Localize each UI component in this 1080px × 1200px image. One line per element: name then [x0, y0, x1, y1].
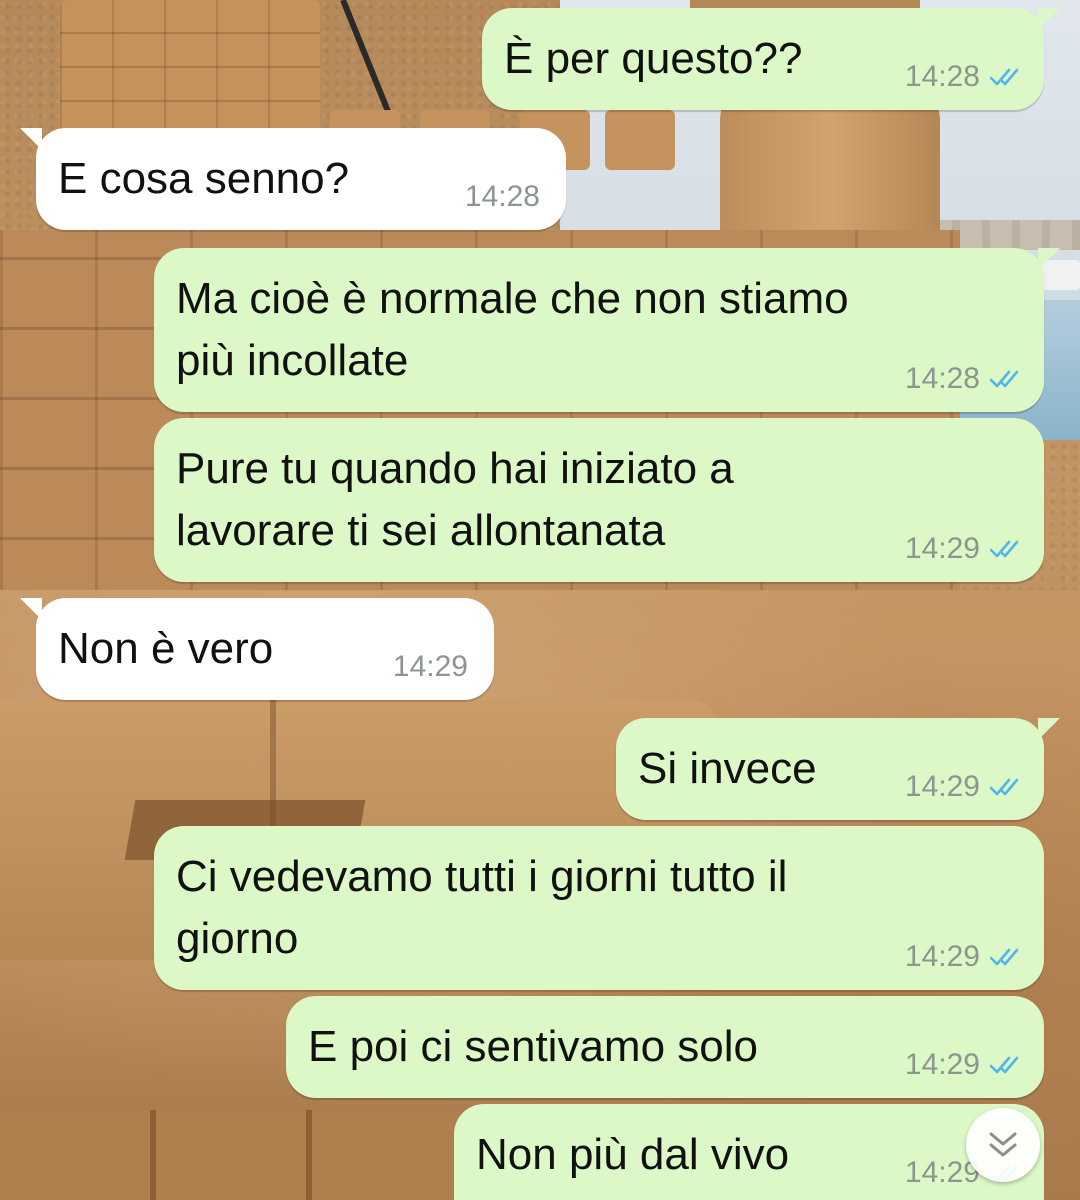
read-receipt-icon	[990, 947, 1024, 967]
message-meta: 14:28	[905, 60, 1024, 94]
message-text: Ma cioè è normale che non stiamo più inc…	[176, 274, 849, 385]
message-meta: 14:29	[393, 650, 468, 684]
message-text: Ci vedevamo tutti i giorni tutto il gior…	[176, 852, 788, 963]
message-meta: 14:29	[905, 770, 1024, 804]
message-text: Pure tu quando hai iniziato a lavorare t…	[176, 444, 734, 555]
message-outgoing[interactable]: Ma cioè è normale che non stiamo più inc…	[154, 248, 1060, 412]
message-meta: 14:28	[465, 180, 540, 214]
message-meta: 14:29	[905, 940, 1024, 974]
message-time: 14:28	[464, 180, 540, 213]
message-outgoing[interactable]: Non più dal vivo 14:29	[454, 1104, 1044, 1200]
message-outgoing[interactable]: Si invece 14:29	[616, 718, 1060, 820]
message-meta: 14:28	[905, 362, 1024, 396]
read-receipt-icon	[990, 1055, 1024, 1075]
message-meta: 14:29	[905, 1048, 1024, 1082]
message-time: 14:29	[904, 1048, 980, 1081]
message-outgoing[interactable]: È per questo?? 14:28	[482, 8, 1060, 110]
message-incoming[interactable]: Non è vero 14:29	[20, 598, 494, 700]
message-outgoing[interactable]: Ci vedevamo tutti i giorni tutto il gior…	[154, 826, 1044, 990]
double-chevron-down-icon	[989, 1132, 1017, 1157]
message-time: 14:28	[904, 60, 980, 93]
read-receipt-icon	[990, 369, 1024, 389]
message-meta: 14:29	[905, 532, 1024, 566]
read-receipt-icon	[990, 67, 1024, 87]
message-time: 14:28	[904, 362, 980, 395]
scroll-to-bottom-button[interactable]	[966, 1108, 1040, 1182]
message-time: 14:29	[904, 532, 980, 565]
message-outgoing[interactable]: Pure tu quando hai iniziato a lavorare t…	[154, 418, 1044, 582]
read-receipt-icon	[990, 539, 1024, 559]
message-time: 14:29	[904, 940, 980, 973]
message-incoming[interactable]: E cosa senno? 14:28	[20, 128, 566, 230]
message-time: 14:29	[904, 770, 980, 803]
message-time: 14:29	[392, 650, 468, 683]
message-outgoing[interactable]: E poi ci sentivamo solo 14:29	[286, 996, 1044, 1098]
read-receipt-icon	[990, 777, 1024, 797]
